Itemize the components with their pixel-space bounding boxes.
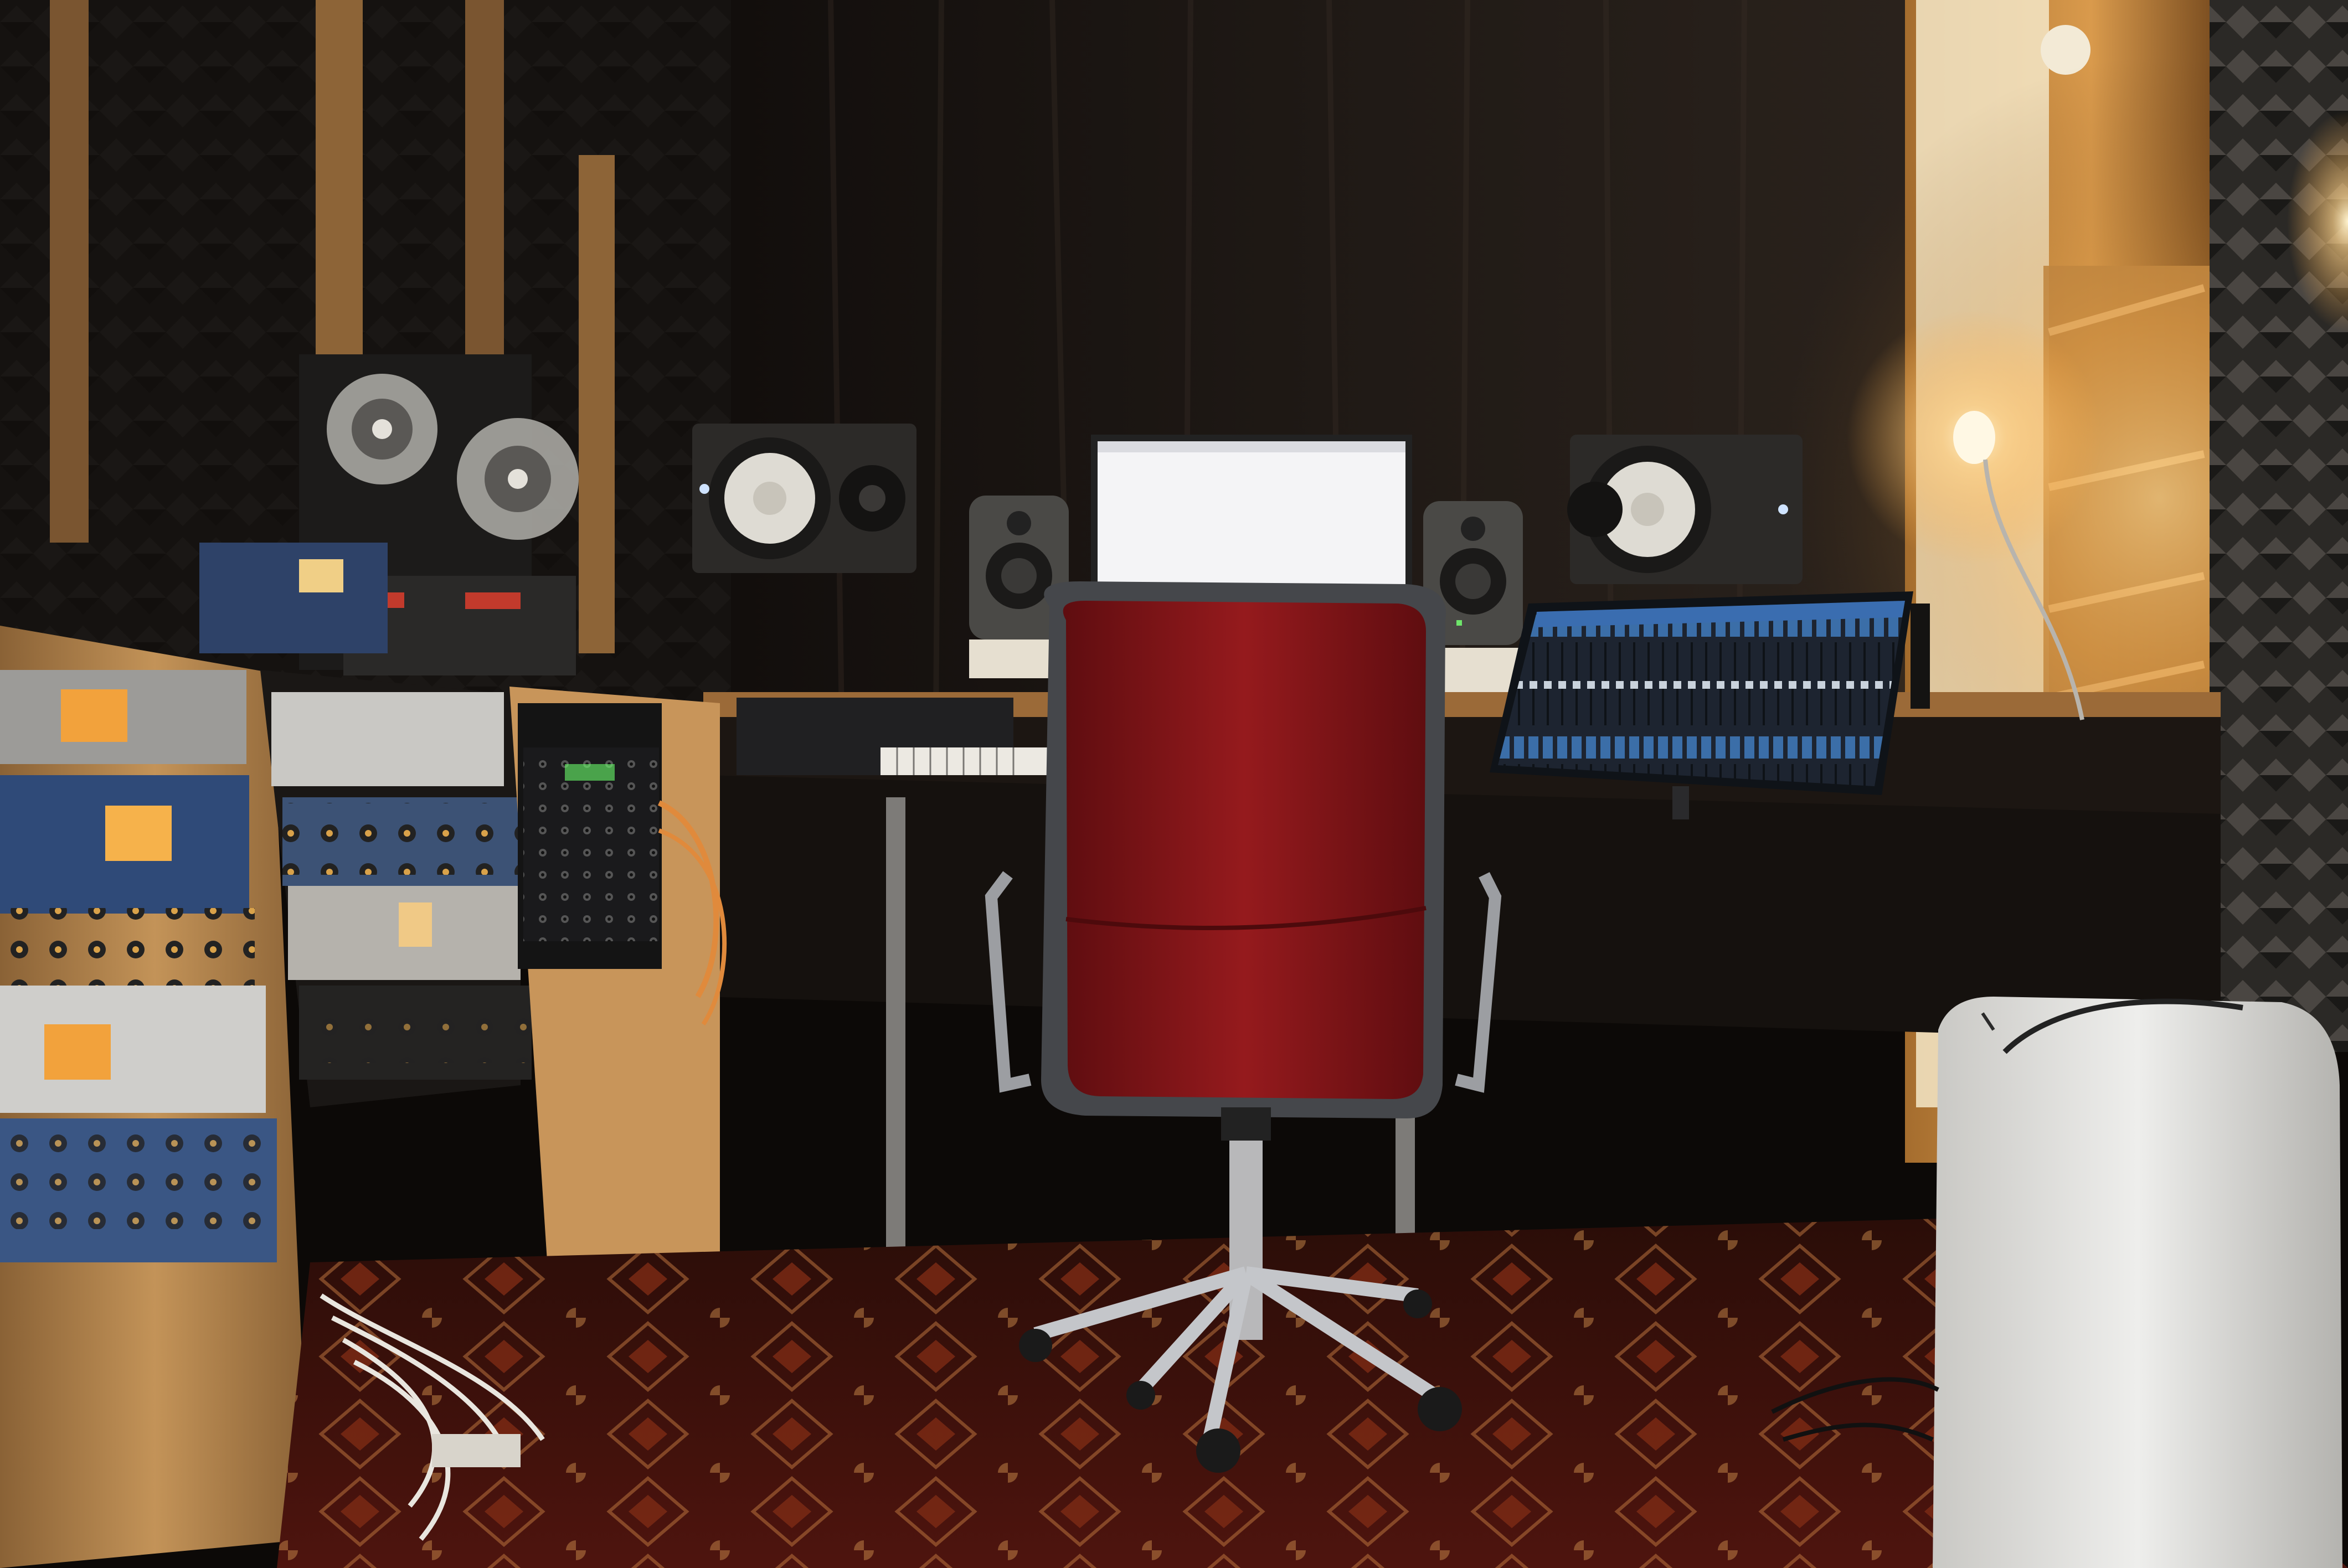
outboard-rack-left <box>0 626 310 1568</box>
studio-monitor-right-large <box>1567 435 1803 584</box>
studio-monitor-left-large <box>692 424 916 573</box>
acoustic-foam-wall-right <box>2210 0 2348 1052</box>
studio-photo-scene <box>0 0 2348 1568</box>
laptop-screen <box>1091 435 1412 590</box>
patchbay-rack <box>518 703 662 969</box>
dehumidifier <box>1933 997 2342 1568</box>
